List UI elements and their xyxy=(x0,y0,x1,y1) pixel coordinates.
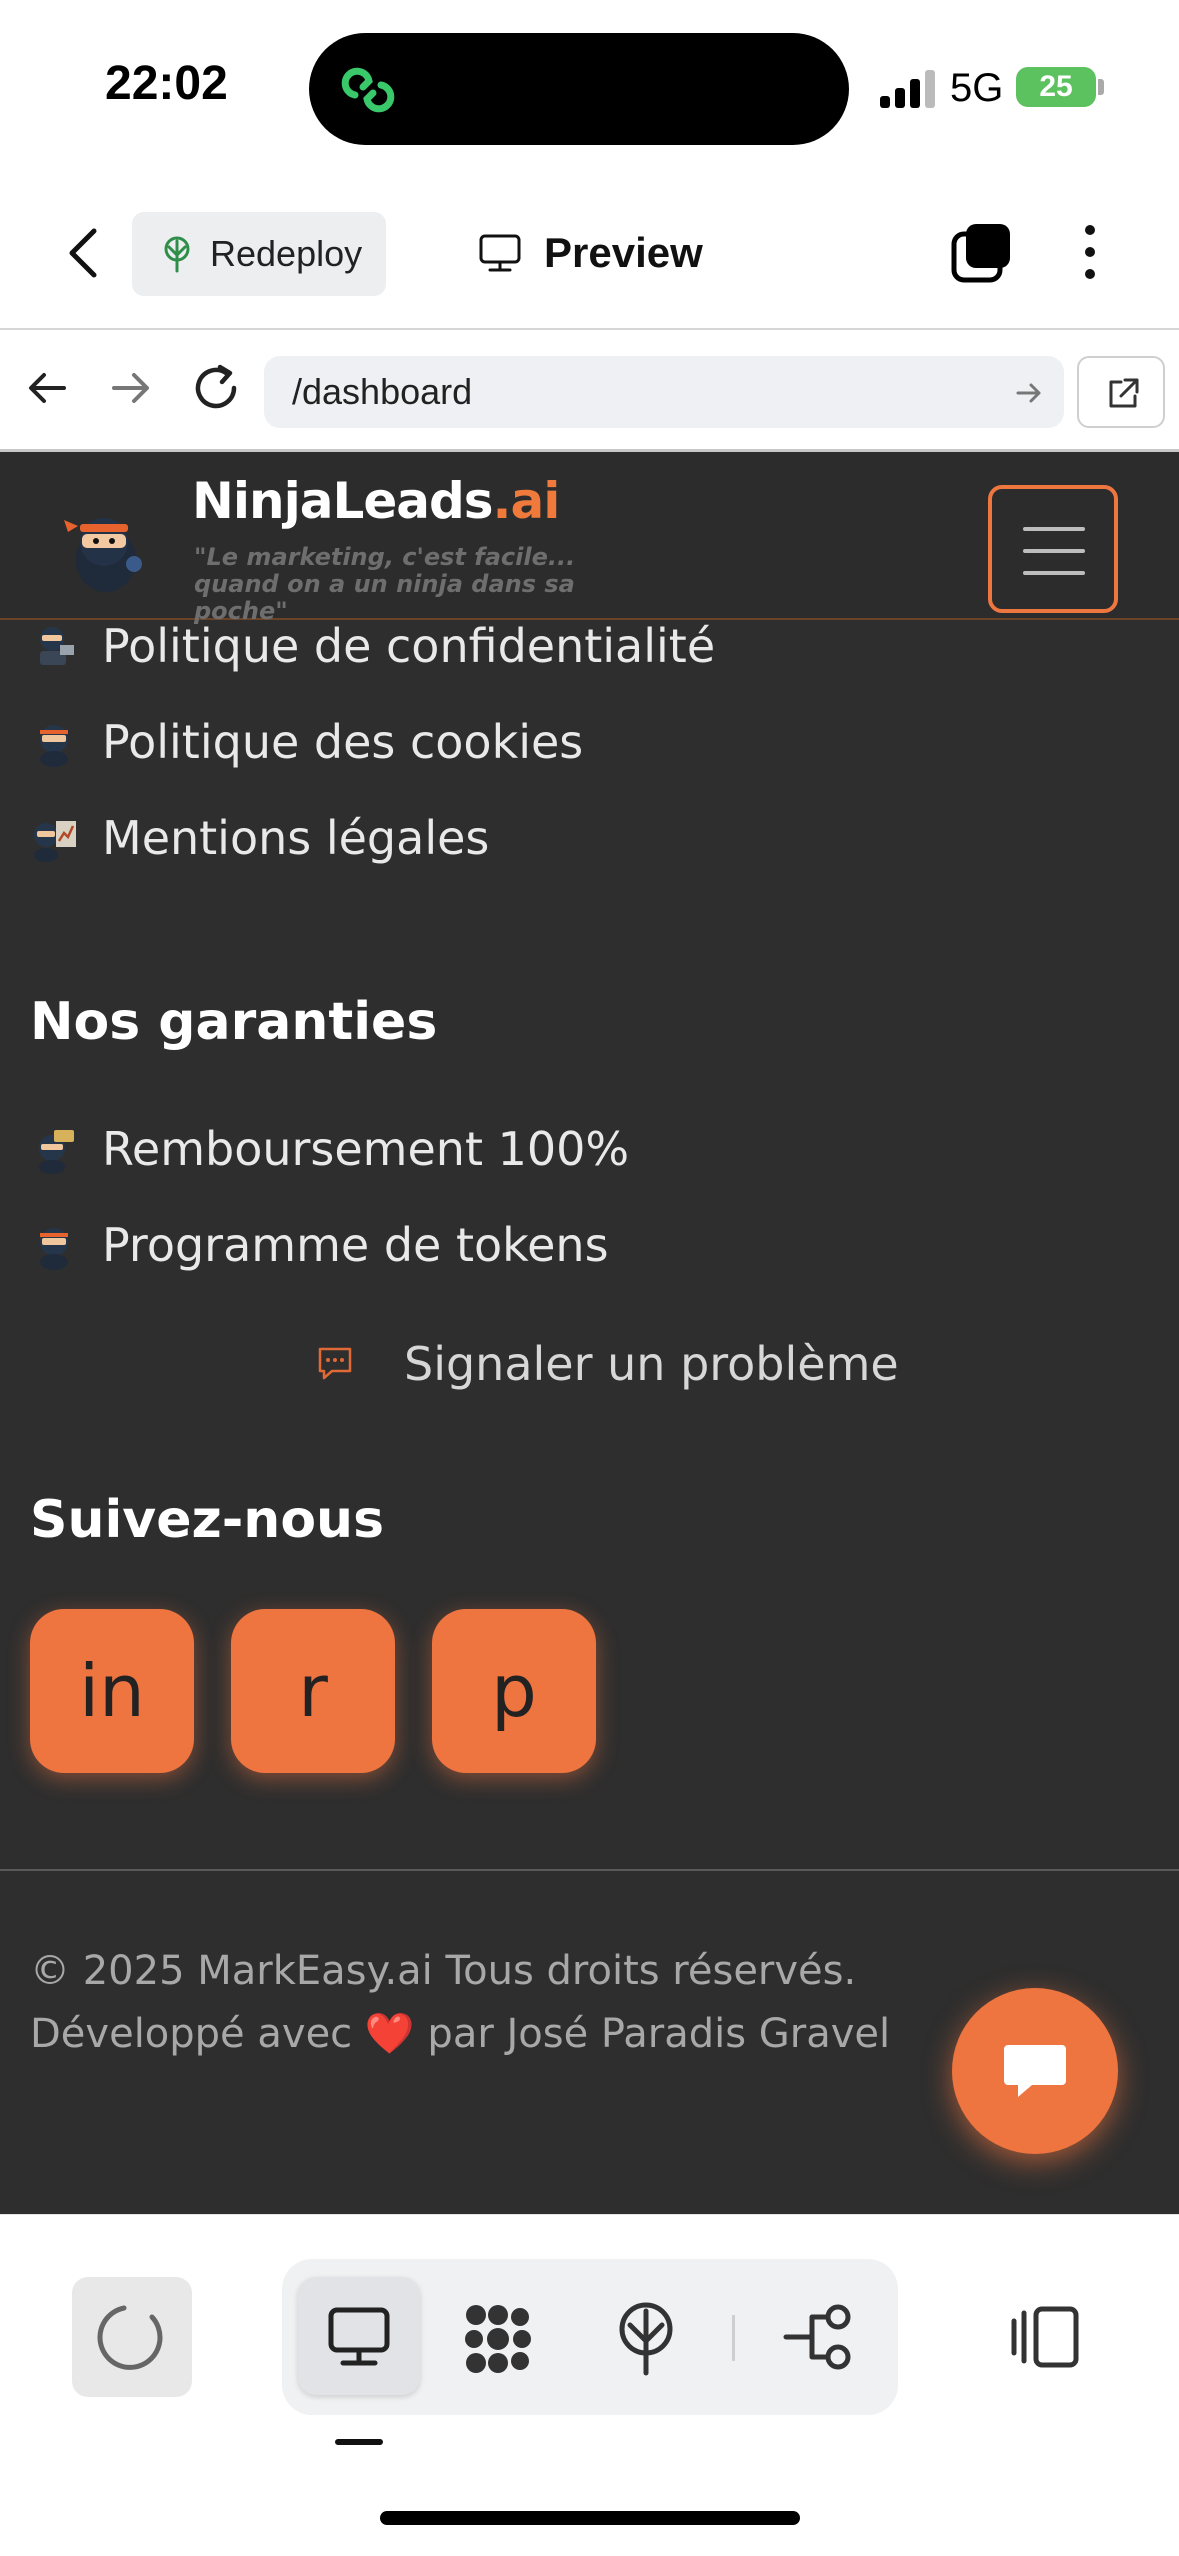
brand-main: NinjaLeads xyxy=(192,472,494,530)
brand-tagline: "Le marketing, c'est facile... quand on … xyxy=(194,543,576,625)
open-external-button[interactable] xyxy=(1077,356,1165,428)
status-bar: 22:02 5G 25 xyxy=(0,0,1179,175)
ninja-icon xyxy=(40,1228,68,1270)
arrow-left-icon[interactable] xyxy=(24,365,70,411)
heart-icon: ❤️ xyxy=(364,2011,415,2057)
active-tab-marker xyxy=(335,2439,383,2445)
dynamic-island xyxy=(309,33,849,145)
spinner-icon xyxy=(97,2305,163,2370)
chat-fab-button[interactable] xyxy=(952,1988,1118,2154)
tabs-icon[interactable] xyxy=(950,220,1014,284)
social-linkedin-button[interactable]: in xyxy=(30,1609,194,1773)
more-options-icon[interactable] xyxy=(1070,220,1110,284)
ninja-money-icon xyxy=(39,1130,74,1174)
battery-icon: 25 xyxy=(1016,67,1096,107)
menu-hamburger-button[interactable] xyxy=(988,485,1118,613)
footer-link-tokens[interactable]: Programme de tokens xyxy=(30,1213,609,1277)
deploy-tree-icon xyxy=(164,236,190,273)
external-link-icon xyxy=(1109,378,1139,408)
url-input[interactable]: /dashboard xyxy=(264,356,1064,428)
credit-text: Développé avec ❤️ par José Paradis Grave… xyxy=(30,2010,890,2057)
deploy-tree-icon[interactable] xyxy=(614,2301,678,2377)
footer-link-label: Programme de tokens xyxy=(102,1218,609,1272)
ninja-logo-icon[interactable] xyxy=(56,502,156,602)
view-mode-segmented-control xyxy=(282,2259,898,2415)
footer-link-label: Politique de confidentialité xyxy=(102,619,716,673)
social-reddit-button[interactable]: r xyxy=(231,1609,395,1773)
web-page: NinjaLeads.ai "Le marketing, c'est facil… xyxy=(0,452,1179,2214)
social-pinterest-button[interactable]: p xyxy=(432,1609,596,1773)
preview-label: Preview xyxy=(544,229,703,276)
footer-link-label: Politique des cookies xyxy=(102,715,584,769)
device-frame-icon[interactable] xyxy=(1010,2305,1082,2369)
battery-cap xyxy=(1098,79,1104,95)
site-header: NinjaLeads.ai "Le marketing, c'est facil… xyxy=(0,452,1179,625)
monitor-icon xyxy=(328,2307,390,2366)
bottom-app-bar xyxy=(0,2214,1179,2556)
report-problem-link[interactable]: Signaler un problème xyxy=(316,1332,899,1396)
signal-icon xyxy=(880,68,936,108)
footer-divider xyxy=(0,1869,1179,1871)
go-arrow-icon[interactable] xyxy=(1014,378,1044,408)
home-indicator[interactable] xyxy=(380,2511,800,2525)
segment-separator xyxy=(732,2315,735,2361)
arrow-right-icon[interactable] xyxy=(108,365,154,411)
loading-button[interactable] xyxy=(72,2277,192,2397)
guarantees-heading: Nos garanties xyxy=(30,992,438,1052)
footer-link-refund[interactable]: Remboursement 100% xyxy=(30,1117,629,1181)
credit-prefix: Développé avec xyxy=(30,2011,353,2057)
reload-icon[interactable] xyxy=(190,362,242,414)
ninja-chart-icon xyxy=(34,821,76,862)
redeploy-button[interactable]: Redeploy xyxy=(132,212,386,296)
brand-logo-text[interactable]: NinjaLeads.ai xyxy=(192,472,561,530)
credit-suffix: par José Paradis Gravel xyxy=(427,2011,891,2057)
preview-button[interactable]: Preview xyxy=(478,225,703,281)
workflow-connector-icon[interactable] xyxy=(782,2303,854,2371)
footer-link-cookies[interactable]: Politique des cookies xyxy=(30,710,583,774)
app-toolbar: Redeploy Preview xyxy=(0,175,1179,330)
copyright-text: © 2025 MarkEasy.ai Tous droits réservés. xyxy=(30,1948,857,1994)
footer-link-legal[interactable]: Mentions légales xyxy=(30,806,489,870)
footer-link-label: Remboursement 100% xyxy=(102,1122,630,1176)
threads-app-icon xyxy=(341,67,395,113)
follow-heading: Suivez-nous xyxy=(30,1490,385,1550)
tab-preview-active[interactable] xyxy=(298,2277,420,2395)
chat-bubble-icon xyxy=(318,1347,352,1380)
ninja-icon xyxy=(40,725,68,767)
status-time: 22:02 xyxy=(105,57,228,110)
dots-grid-icon[interactable] xyxy=(462,2303,534,2375)
ninja-laptop-icon xyxy=(40,627,74,665)
network-type: 5G xyxy=(950,66,1004,110)
chat-icon xyxy=(1004,2045,1066,2097)
monitor-icon xyxy=(479,234,521,272)
redeploy-label: Redeploy xyxy=(210,233,363,274)
url-text: /dashboard xyxy=(292,371,473,412)
report-problem-label: Signaler un problème xyxy=(404,1337,899,1391)
back-chevron-icon[interactable] xyxy=(60,223,110,283)
browser-bar: /dashboard xyxy=(0,332,1179,452)
footer-link-label: Mentions légales xyxy=(102,811,490,865)
brand-suffix: .ai xyxy=(492,472,561,530)
